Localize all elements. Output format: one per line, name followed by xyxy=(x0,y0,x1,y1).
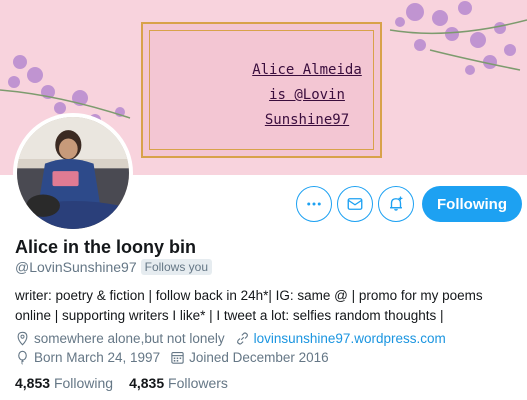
website-item[interactable]: lovinsunshine97.wordpress.com xyxy=(235,331,446,346)
bio-line-2: online | supporting writers I like* | I … xyxy=(15,308,444,323)
followers-label: Followers xyxy=(168,375,228,391)
message-button[interactable] xyxy=(337,186,373,222)
handle-row: @LovinSunshine97 Follows you xyxy=(15,259,212,275)
banner-card: Alice Almeida is @Lovin Sunshine97 xyxy=(141,22,382,158)
avatar-photo xyxy=(17,117,129,229)
avatar[interactable] xyxy=(13,113,133,233)
meta-row-1: somewhere alone,but not lonely lovinsuns… xyxy=(15,331,456,346)
follow-stats: 4,853 Following 4,835 Followers xyxy=(15,375,228,391)
more-button[interactable] xyxy=(296,186,332,222)
followers-count: 4,835 xyxy=(129,375,165,391)
bio: writer: poetry & fiction | follow back i… xyxy=(15,286,515,326)
link-icon xyxy=(236,332,248,345)
display-name: Alice in the loony bin xyxy=(15,237,197,257)
banner-line-3: Sunshine97 xyxy=(264,112,350,128)
balloon-icon xyxy=(18,350,27,365)
birthday-text: Born March 24, 1997 xyxy=(34,350,161,365)
follows-you-badge: Follows you xyxy=(140,259,212,275)
following-stat[interactable]: 4,853 Following xyxy=(15,375,113,391)
banner-caption: Alice Almeida is @Lovin Sunshine97 xyxy=(251,58,363,133)
birthday-item: Born March 24, 1997 xyxy=(15,350,160,365)
location-item: somewhere alone,but not lonely xyxy=(15,331,225,346)
following-count: 4,853 xyxy=(15,375,51,391)
website-link[interactable]: lovinsunshine97.wordpress.com xyxy=(254,331,446,346)
location-pin-icon xyxy=(17,331,28,346)
joined-item: Joined December 2016 xyxy=(170,350,329,365)
banner-line-2: is @Lovin xyxy=(269,87,345,103)
location-text: somewhere alone,but not lonely xyxy=(34,331,225,346)
more-icon xyxy=(307,202,321,206)
notifications-button[interactable] xyxy=(378,186,414,222)
handle: @LovinSunshine97 xyxy=(15,259,137,275)
following-label: Following xyxy=(53,375,114,391)
envelope-icon xyxy=(347,198,363,210)
banner-line-1: Alice Almeida xyxy=(252,62,362,78)
following-button[interactable]: Following xyxy=(422,186,522,222)
followers-stat[interactable]: 4,835 Followers xyxy=(129,375,228,391)
bell-plus-icon xyxy=(390,196,403,211)
calendar-icon xyxy=(171,351,184,364)
bio-line-1: writer: poetry & fiction | follow back i… xyxy=(15,288,483,303)
meta-row-2: Born March 24, 1997 Joined December 2016 xyxy=(15,350,339,365)
joined-text: Joined December 2016 xyxy=(189,350,329,365)
